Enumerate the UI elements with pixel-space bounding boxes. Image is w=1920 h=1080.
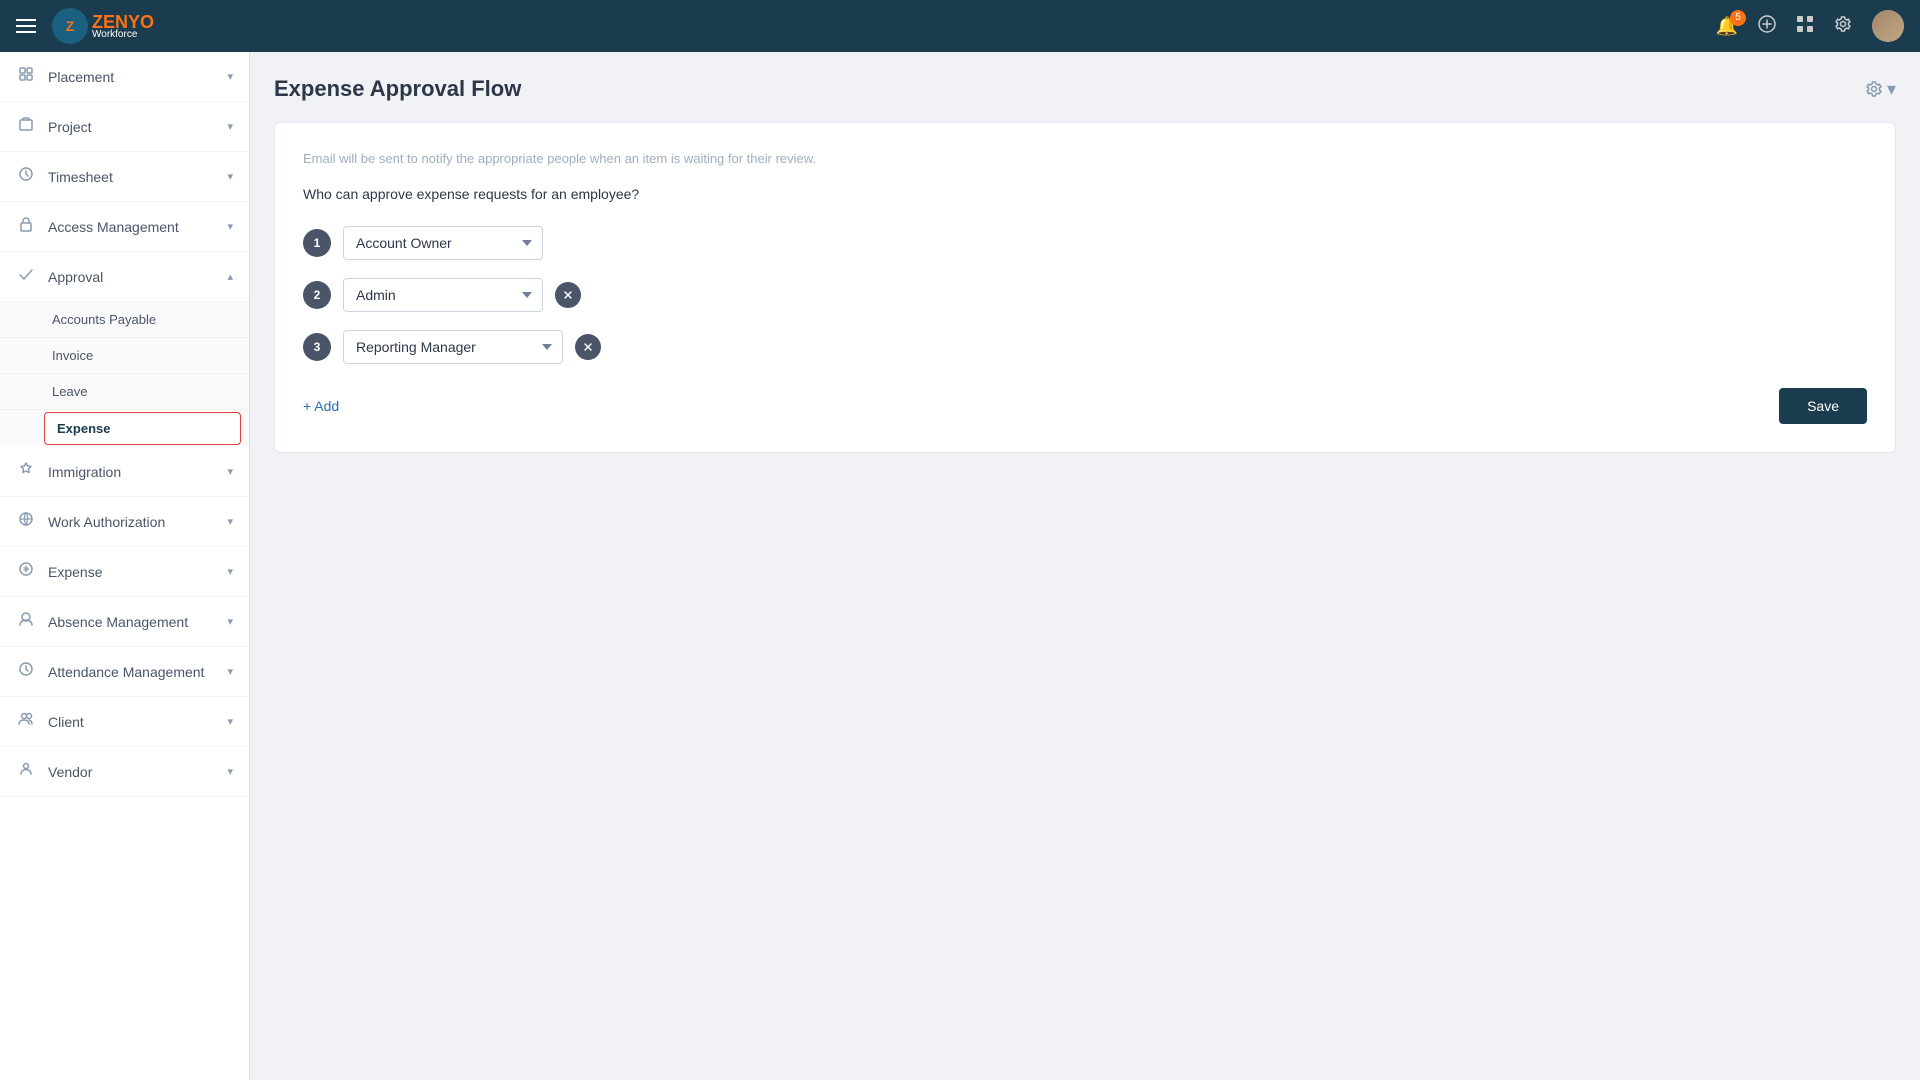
sidebar-item-approval[interactable]: Approval ▴ (0, 252, 249, 302)
expense-icon (16, 561, 36, 582)
step-badge-2: 2 (303, 281, 331, 309)
vendor-icon (16, 761, 36, 782)
grid-icon[interactable] (1796, 15, 1814, 38)
sidebar-label-access-management: Access Management (48, 219, 179, 235)
chevron-down-icon: ▾ (227, 515, 233, 528)
page-header: Expense Approval Flow ▾ (274, 76, 1896, 102)
brand-logo-area: Z ZENYO Workforce (52, 8, 154, 44)
timesheet-icon (16, 166, 36, 187)
sidebar-label-attendance-management: Attendance Management (48, 664, 204, 680)
add-icon[interactable] (1758, 15, 1776, 38)
notification-icon[interactable]: 🔔 5 (1716, 16, 1738, 37)
chevron-down-icon: ▾ (227, 565, 233, 578)
sidebar-sub-item-invoice[interactable]: Invoice (0, 338, 249, 374)
chevron-down-icon: ▾ (227, 220, 233, 233)
chevron-down-icon: ▾ (227, 615, 233, 628)
page-settings-button[interactable]: ▾ (1865, 79, 1896, 100)
main-layout: Placement ▾ Project ▾ Timesheet ▾ (0, 52, 1920, 1080)
sidebar-item-immigration[interactable]: Immigration ▾ (0, 447, 249, 497)
approval-row-2: 2 Account Owner Admin Reporting Manager … (303, 278, 1867, 312)
chevron-up-icon: ▴ (227, 270, 233, 283)
remove-approval-2-button[interactable] (555, 282, 581, 308)
access-management-icon (16, 216, 36, 237)
sidebar-item-work-authorization[interactable]: Work Authorization ▾ (0, 497, 249, 547)
work-authorization-icon (16, 511, 36, 532)
sidebar: Placement ▾ Project ▾ Timesheet ▾ (0, 52, 250, 1080)
settings-dropdown-chevron: ▾ (1887, 79, 1896, 100)
approval-icon (16, 266, 36, 287)
main-content: Expense Approval Flow ▾ Email will be se… (250, 52, 1920, 1080)
project-icon (16, 116, 36, 137)
card-info-text: Email will be sent to notify the appropr… (303, 151, 1867, 166)
sidebar-label-immigration: Immigration (48, 464, 121, 480)
brand-subtitle: Workforce (92, 29, 154, 40)
step-badge-3: 3 (303, 333, 331, 361)
approval-flow-card: Email will be sent to notify the appropr… (274, 122, 1896, 453)
sidebar-label-work-authorization: Work Authorization (48, 514, 165, 530)
chevron-down-icon: ▾ (227, 70, 233, 83)
sidebar-item-client[interactable]: Client ▾ (0, 697, 249, 747)
chevron-down-icon: ▾ (227, 665, 233, 678)
approval-submenu: Accounts Payable Invoice Leave Expense (0, 302, 249, 445)
sidebar-label-placement: Placement (48, 69, 114, 85)
approval-select-1[interactable]: Account Owner Admin Reporting Manager Di… (343, 226, 543, 260)
chevron-down-icon: ▾ (227, 715, 233, 728)
nav-left: Z ZENYO Workforce (16, 8, 154, 44)
avatar[interactable] (1872, 10, 1904, 42)
sidebar-label-timesheet: Timesheet (48, 169, 113, 185)
sidebar-sub-item-leave[interactable]: Leave (0, 374, 249, 410)
page-title: Expense Approval Flow (274, 76, 521, 102)
absence-management-icon (16, 611, 36, 632)
approval-row-1: 1 Account Owner Admin Reporting Manager … (303, 226, 1867, 260)
chevron-down-icon: ▾ (227, 765, 233, 778)
sidebar-item-project[interactable]: Project ▾ (0, 102, 249, 152)
sidebar-item-timesheet[interactable]: Timesheet ▾ (0, 152, 249, 202)
client-icon (16, 711, 36, 732)
sidebar-label-approval: Approval (48, 269, 103, 285)
sidebar-label-project: Project (48, 119, 92, 135)
nav-right: 🔔 5 (1716, 10, 1904, 42)
chevron-down-icon: ▾ (227, 120, 233, 133)
attendance-management-icon (16, 661, 36, 682)
placement-icon (16, 66, 36, 87)
sidebar-item-vendor[interactable]: Vendor ▾ (0, 747, 249, 797)
step-badge-1: 1 (303, 229, 331, 257)
sidebar-label-vendor: Vendor (48, 764, 92, 780)
add-approval-button[interactable]: + Add (303, 398, 339, 414)
sidebar-label-expense: Expense (48, 564, 102, 580)
sidebar-sub-item-accounts-payable[interactable]: Accounts Payable (0, 302, 249, 338)
brand-text: ZENYO Workforce (92, 12, 154, 40)
sidebar-label-client: Client (48, 714, 84, 730)
approval-row-3: 3 Account Owner Admin Reporting Manager … (303, 330, 1867, 364)
hamburger-menu[interactable] (16, 19, 36, 33)
chevron-down-icon: ▾ (227, 170, 233, 183)
sidebar-item-access-management[interactable]: Access Management ▾ (0, 202, 249, 252)
sidebar-item-attendance-management[interactable]: Attendance Management ▾ (0, 647, 249, 697)
sidebar-item-expense-nav[interactable]: Expense ▾ (0, 547, 249, 597)
card-actions: + Add Save (303, 388, 1867, 424)
immigration-icon (16, 461, 36, 482)
notification-badge: 5 (1730, 10, 1746, 26)
card-question-text: Who can approve expense requests for an … (303, 186, 1867, 202)
sidebar-item-absence-management[interactable]: Absence Management ▾ (0, 597, 249, 647)
sidebar-label-absence-management: Absence Management (48, 614, 188, 630)
approval-select-3[interactable]: Account Owner Admin Reporting Manager Di… (343, 330, 563, 364)
sidebar-sub-item-expense[interactable]: Expense (44, 412, 241, 445)
brand-icon: Z (52, 8, 88, 44)
settings-gear-icon[interactable] (1834, 15, 1852, 38)
sidebar-item-placement[interactable]: Placement ▾ (0, 52, 249, 102)
approval-select-2[interactable]: Account Owner Admin Reporting Manager Di… (343, 278, 543, 312)
save-button[interactable]: Save (1779, 388, 1867, 424)
remove-approval-3-button[interactable] (575, 334, 601, 360)
top-navigation: Z ZENYO Workforce 🔔 5 (0, 0, 1920, 52)
chevron-down-icon: ▾ (227, 465, 233, 478)
